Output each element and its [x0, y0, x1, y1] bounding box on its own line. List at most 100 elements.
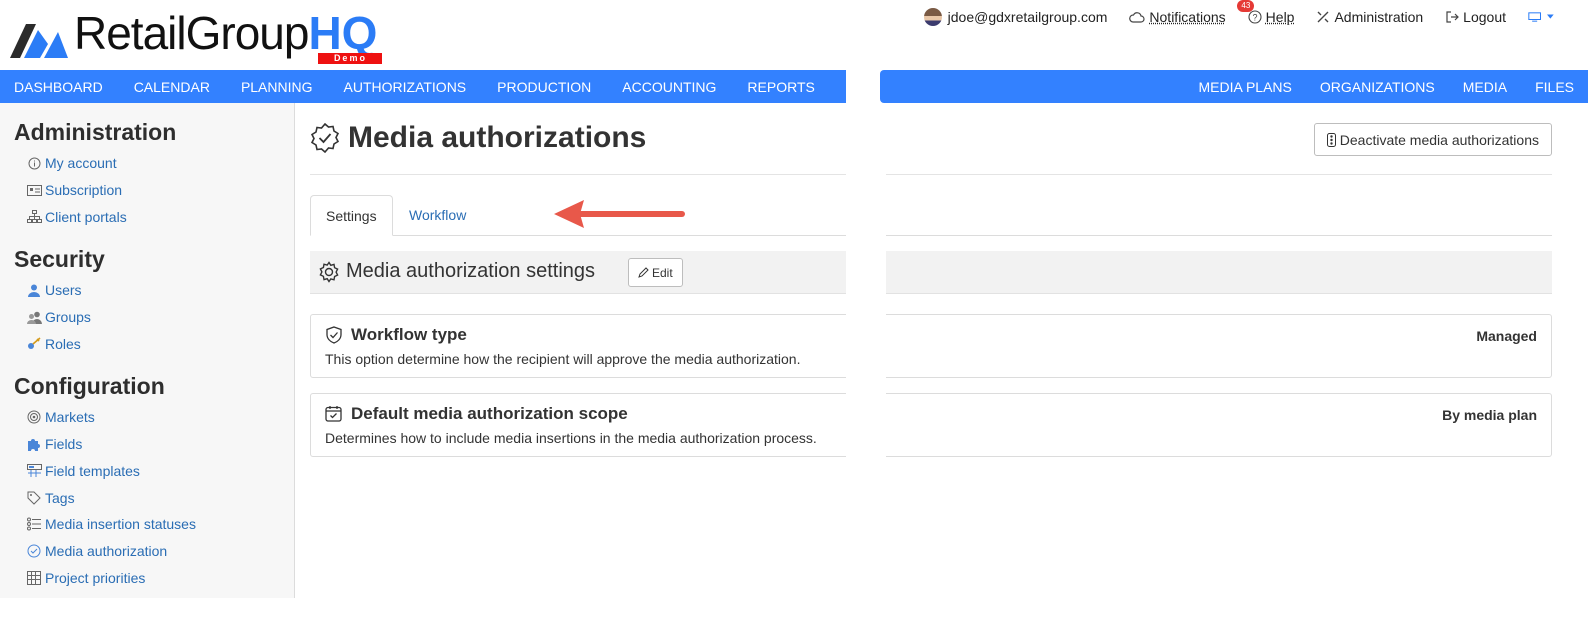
sidebar-item-media-insertion-statuses[interactable]: Media insertion statuses: [26, 511, 294, 538]
sidebar-item-label: Client portals: [45, 208, 127, 225]
shield-check-icon: [325, 326, 343, 349]
nav-production[interactable]: PRODUCTION: [497, 79, 591, 95]
administration-link[interactable]: Administration: [1316, 9, 1423, 25]
torn-edge-gap: [846, 70, 886, 633]
check-badge-icon: [26, 543, 42, 559]
tools-icon: [1317, 11, 1329, 23]
logout-icon: [1446, 11, 1460, 23]
nav-planning[interactable]: PLANNING: [241, 79, 313, 95]
app-logo[interactable]: RetailGroup HQ Demo: [8, 7, 383, 66]
sidebar-item-media-authorization[interactable]: Media authorization: [26, 538, 294, 565]
notifications-link[interactable]: Notifications 43: [1129, 0, 1255, 25]
roles-icon: [26, 336, 42, 352]
logo-mark-icon: [8, 14, 70, 62]
user-menu: jdoe@gdxretailgroup.com Notifications 43…: [902, 0, 1558, 26]
nav-dashboard[interactable]: DASHBOARD: [14, 79, 103, 95]
info-icon: [26, 155, 42, 171]
sitemap-icon: [26, 209, 42, 225]
card-title: Workflow type: [351, 325, 467, 344]
monitor-icon: [1528, 12, 1541, 22]
main-nav-left: DASHBOARD CALENDAR PLANNING AUTHORIZATIO…: [14, 70, 846, 103]
svg-text:?: ?: [1252, 13, 1257, 23]
edit-button-label: Edit: [652, 265, 673, 280]
sidebar-item-field-templates[interactable]: Field templates: [26, 458, 294, 485]
page-title: Media authorizations: [348, 121, 647, 154]
logout-link[interactable]: Logout: [1445, 9, 1506, 25]
nav-calendar[interactable]: CALENDAR: [134, 79, 210, 95]
gear-icon: [318, 261, 340, 288]
page-header: Media authorizations Deactivate media au…: [310, 103, 1552, 175]
logo-hq-text: HQ: [308, 7, 378, 59]
top-bar: RetailGroup HQ Demo jdoe@gdxretailgroup.…: [0, 0, 1588, 70]
grid-icon: [26, 570, 42, 586]
card-value: By media plan: [1442, 407, 1537, 423]
nav-files[interactable]: FILES: [1535, 79, 1574, 95]
id-card-icon: [26, 182, 42, 198]
status-list-icon: [26, 516, 42, 532]
template-icon: [26, 463, 42, 479]
sidebar-item-client-portals[interactable]: Client portals: [26, 203, 294, 230]
sidebar-item-users[interactable]: Users: [26, 277, 294, 304]
sidebar-item-label: Groups: [45, 309, 91, 326]
sidebar-item-groups[interactable]: Groups: [26, 304, 294, 331]
nav-organizations[interactable]: ORGANIZATIONS: [1320, 79, 1435, 95]
nav-media[interactable]: MEDIA: [1463, 79, 1507, 95]
sidebar-heading: Security: [14, 246, 105, 273]
edit-button[interactable]: Edit: [628, 258, 683, 287]
tag-icon: [26, 490, 42, 506]
deactivate-button[interactable]: Deactivate media authorizations: [1313, 123, 1552, 156]
sidebar-item-label: Tags: [45, 489, 75, 506]
chevron-down-icon: [1547, 14, 1554, 19]
sidebar-item-label: Markets: [45, 409, 95, 426]
nav-accounting[interactable]: ACCOUNTING: [622, 79, 716, 95]
settings-title: Media authorization settings: [346, 260, 596, 282]
question-circle-icon: ?: [1248, 10, 1262, 24]
sidebar-item-my-account[interactable]: My account: [26, 150, 294, 177]
traffic-light-icon: [1326, 132, 1336, 147]
sidebar-item-tags[interactable]: Tags: [26, 484, 294, 511]
torn-edge-notch: [880, 70, 888, 103]
user-account-link[interactable]: jdoe@gdxretailgroup.com: [923, 8, 1107, 26]
sidebar-item-fields[interactable]: Fields: [26, 431, 294, 458]
sidebar-item-subscription[interactable]: Subscription: [26, 177, 294, 204]
avatar: [923, 8, 942, 26]
sidebar-item-label: Users: [45, 282, 82, 299]
default-scope-card: Default media authorization scope Determ…: [310, 393, 1552, 457]
sidebar-item-roles[interactable]: Roles: [26, 330, 294, 357]
nav-authorizations[interactable]: AUTHORIZATIONS: [344, 79, 467, 95]
tab-settings[interactable]: Settings: [310, 195, 393, 236]
administration-label: Administration: [1334, 9, 1424, 25]
pencil-icon: [638, 267, 649, 278]
nav-reports[interactable]: REPORTS: [747, 79, 814, 95]
logo-hq: HQ Demo: [308, 7, 383, 64]
nav-media-plans[interactable]: MEDIA PLANS: [1199, 79, 1292, 95]
calendar-check-icon: [325, 405, 342, 427]
sidebar-item-markets[interactable]: Markets: [26, 404, 294, 431]
sidebar-heading: Configuration: [14, 373, 165, 400]
sidebar-heading: Administration: [14, 119, 177, 145]
main-content: Media authorizations Deactivate media au…: [310, 103, 1552, 457]
tab-workflow[interactable]: Workflow: [394, 195, 481, 236]
screen-menu-dropdown[interactable]: [1528, 10, 1558, 24]
sidebar-item-label: Fields: [45, 436, 83, 453]
logout-label: Logout: [1463, 9, 1506, 25]
annotation-arrow: [554, 200, 685, 228]
sidebar-item-label: Media authorization: [45, 542, 168, 559]
main-nav: DASHBOARD CALENDAR PLANNING AUTHORIZATIO…: [0, 70, 1588, 103]
sidebar-item-label: Media insertion statuses: [45, 516, 196, 533]
logo-text: RetailGroup: [74, 7, 309, 59]
card-value: Managed: [1476, 328, 1537, 344]
users-icon: [26, 309, 42, 325]
cloud-icon: [1129, 12, 1145, 23]
sidebar-section-administration: Administration My account Subscription C…: [14, 119, 294, 230]
help-link[interactable]: ? Help: [1248, 9, 1295, 25]
deactivate-button-label: Deactivate media authorizations: [1339, 131, 1539, 148]
card-title: Default media authorization scope: [351, 404, 628, 423]
puzzle-icon: [26, 436, 42, 452]
sidebar-item-project-priorities[interactable]: Project priorities: [26, 564, 294, 591]
demo-badge: Demo: [318, 53, 383, 64]
workflow-type-card: Workflow type This option determine how …: [310, 314, 1552, 378]
sidebar-item-label: Field templates: [45, 462, 140, 479]
help-label: Help: [1265, 9, 1295, 25]
sidebar-item-label: Roles: [45, 335, 81, 352]
